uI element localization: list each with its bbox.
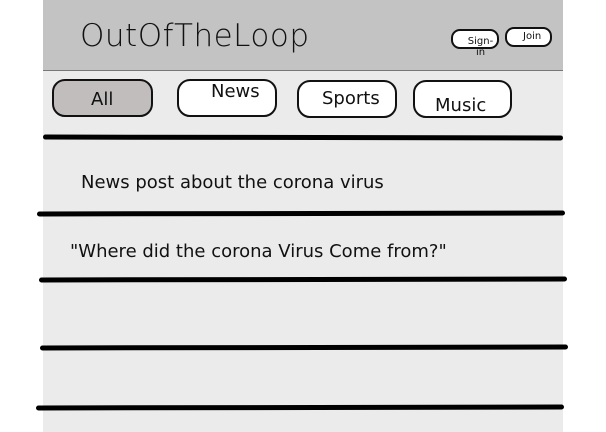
feed-divider <box>36 210 566 217</box>
feed-divider <box>38 276 568 283</box>
join-button[interactable]: Join <box>505 27 552 47</box>
sign-in-label: Sign-in <box>467 36 494 58</box>
tab-label: Sports <box>322 88 380 109</box>
tab-label: News <box>211 81 260 102</box>
feed-divider <box>35 404 565 411</box>
feed-divider <box>39 344 569 351</box>
tabs-divider <box>42 134 564 141</box>
tab-news[interactable]: News <box>177 79 277 117</box>
sign-in-button[interactable]: Sign-in <box>451 29 499 58</box>
join-label: Join <box>523 31 542 42</box>
site-logo[interactable]: OutOfTheLoop <box>80 18 310 54</box>
tab-sports[interactable]: Sports <box>297 80 397 118</box>
feed-post-item[interactable]: News post about the corona virus <box>81 172 384 193</box>
feed-post-item[interactable]: "Where did the corona Virus Come from?" <box>70 241 447 262</box>
tab-all[interactable]: All <box>52 79 153 117</box>
tab-music[interactable]: Music <box>413 80 512 118</box>
tab-label: Music <box>435 95 487 116</box>
tab-label: All <box>91 89 114 110</box>
